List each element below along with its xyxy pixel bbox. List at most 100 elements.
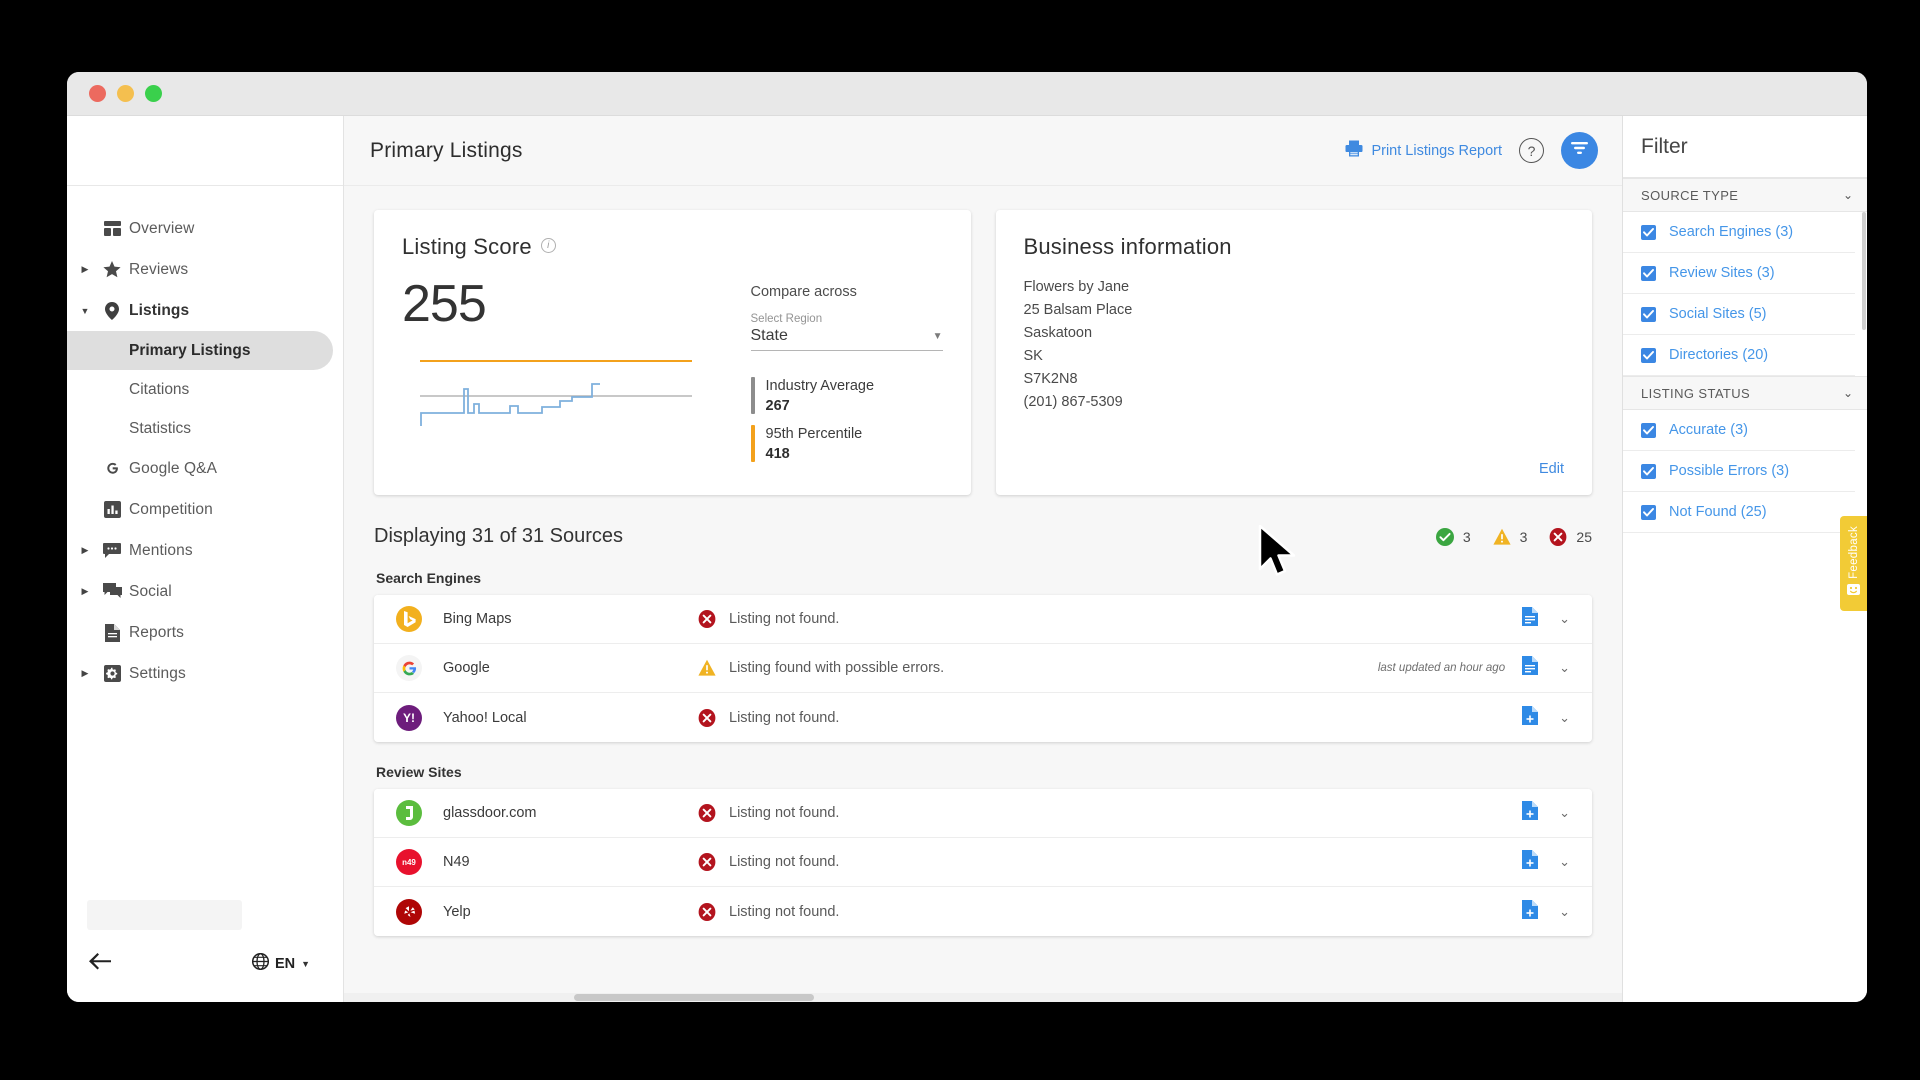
chevron-down-icon[interactable]: ⌄ [1843, 188, 1853, 202]
filter-panel-scrollbar[interactable] [1862, 212, 1866, 330]
sidebar-item-label: Listings [129, 301, 190, 319]
chevron-right-icon[interactable]: ▶ [75, 545, 95, 556]
error-circle-icon [698, 708, 716, 727]
filter-panel-title: Filter [1641, 134, 1688, 158]
error-circle-icon [698, 902, 716, 921]
sidebar-item-listings[interactable]: ▼ Listings [67, 290, 343, 331]
horizontal-scrollbar-thumb[interactable] [574, 994, 814, 1001]
warning-triangle-icon [1493, 528, 1511, 545]
legend-item-95th-percentile: 95th Percentile 418 [750, 425, 943, 462]
filter-option-social-sites[interactable]: Social Sites (5) [1623, 294, 1855, 335]
source-status-text: Listing not found. [729, 854, 840, 870]
chevron-down-icon[interactable]: ⌄ [1555, 805, 1574, 821]
sidebar-item-settings[interactable]: ▶ Settings [67, 653, 343, 694]
minimize-window-button[interactable] [117, 85, 134, 102]
source-status-text: Listing not found. [729, 903, 840, 920]
filter-option-review-sites[interactable]: Review Sites (3) [1623, 253, 1855, 294]
table-row[interactable]: Yelp Listing not found. ⌄ [374, 887, 1592, 936]
sidebar-item-mentions[interactable]: ▶ Mentions [67, 530, 343, 571]
filter-toggle-button[interactable] [1561, 132, 1598, 169]
table-row[interactable]: glassdoor.com Listing not found. ⌄ [374, 789, 1592, 838]
table-row[interactable]: Y! Yahoo! Local Listing not found. ⌄ [374, 693, 1592, 742]
source-status: Listing not found. [698, 804, 839, 822]
chevron-down-icon[interactable]: ⌄ [1555, 904, 1574, 920]
chevron-down-icon[interactable]: ▼ [301, 959, 310, 969]
info-icon[interactable]: i [540, 238, 556, 253]
business-postal-code: S7K2N8 [1023, 371, 1078, 387]
checkbox-checked-icon[interactable] [1641, 504, 1656, 520]
table-row[interactable]: Google Listing found with possible error… [374, 644, 1592, 693]
sidebar-item-competition[interactable]: Competition [67, 489, 343, 530]
document-icon[interactable] [1522, 656, 1539, 680]
edit-business-information-button[interactable]: Edit [1539, 461, 1564, 477]
source-status: Listing not found. [698, 708, 839, 727]
filter-option-accurate[interactable]: Accurate (3) [1623, 410, 1855, 451]
filter-section-source-type[interactable]: SOURCE TYPE ⌄ [1623, 178, 1867, 212]
chevron-right-icon[interactable]: ▶ [75, 586, 95, 597]
sidebar-item-google-qa[interactable]: Google Q&A [67, 448, 343, 489]
compare-across-label: Compare across [750, 284, 857, 300]
chevron-right-icon[interactable]: ▶ [75, 264, 95, 275]
checkbox-checked-icon[interactable] [1641, 224, 1656, 240]
main-area: Primary Listings Print Listings Report ? [344, 116, 1622, 1002]
table-row[interactable]: Bing Maps Listing not found. ⌄ [374, 595, 1592, 644]
dashboard-icon [95, 221, 129, 236]
checkbox-checked-icon[interactable] [1641, 265, 1656, 281]
chevron-down-icon[interactable]: ⌄ [1555, 854, 1574, 870]
globe-icon [251, 952, 270, 975]
chevron-down-icon[interactable]: ⌄ [1555, 710, 1574, 726]
checkbox-checked-icon[interactable] [1641, 306, 1656, 322]
close-window-button[interactable] [89, 85, 106, 102]
sidebar-item-reviews[interactable]: ▶ Reviews [67, 249, 343, 290]
checkbox-checked-icon[interactable] [1641, 463, 1656, 479]
filter-section-listing-status[interactable]: LISTING STATUS ⌄ [1623, 376, 1867, 410]
document-add-icon[interactable] [1522, 850, 1539, 874]
source-status: Listing not found. [698, 610, 839, 628]
business-information-card: Business information Flowers by Jane 25 … [995, 210, 1592, 495]
chevron-down-icon[interactable]: ⌄ [1843, 386, 1853, 400]
source-status-text: Listing not found. [729, 805, 840, 821]
document-icon[interactable] [1522, 607, 1539, 631]
check-circle-icon [1435, 527, 1454, 546]
back-button[interactable] [89, 951, 111, 974]
sidebar-item-statistics[interactable]: Statistics [67, 409, 343, 448]
select-region-dropdown[interactable]: State ▼ [750, 327, 943, 351]
table-row[interactable]: n49 N49 Listing not found. ⌄ [374, 838, 1592, 887]
sidebar-item-citations[interactable]: Citations [67, 370, 343, 409]
document-add-icon[interactable] [1522, 899, 1539, 924]
yahoo-icon: Y! [396, 704, 422, 731]
sidebar-item-primary-listings[interactable]: Primary Listings [67, 331, 333, 370]
sidebar-item-reports[interactable]: Reports [67, 612, 343, 653]
feedback-tab[interactable]: Feedback [1840, 516, 1867, 611]
filter-option-possible-errors[interactable]: Possible Errors (3) [1623, 451, 1855, 492]
chevron-right-icon[interactable]: ▶ [75, 668, 95, 679]
business-information-title: Business information [1023, 234, 1232, 259]
business-phone: (201) 867-5309 [1023, 394, 1123, 410]
chevron-down-icon[interactable]: ⌄ [1555, 611, 1574, 627]
document-add-icon[interactable] [1522, 705, 1539, 730]
page-title: Primary Listings [370, 138, 523, 162]
sidebar-item-overview[interactable]: Overview [67, 208, 343, 249]
filter-option-search-engines[interactable]: Search Engines (3) [1623, 212, 1855, 253]
document-add-icon[interactable] [1522, 801, 1539, 825]
filter-option-not-found[interactable]: Not Found (25) [1623, 492, 1855, 533]
checkbox-checked-icon[interactable] [1641, 422, 1656, 438]
help-icon[interactable]: ? [1519, 138, 1544, 163]
checkbox-checked-icon[interactable] [1641, 347, 1656, 363]
filter-option-directories[interactable]: Directories (20) [1623, 335, 1855, 376]
horizontal-scrollbar[interactable] [344, 993, 1622, 1002]
sidebar-item-social[interactable]: ▶ Social [67, 571, 343, 612]
source-name: Yahoo! Local [443, 709, 527, 726]
chevron-down-icon[interactable]: ▼ [75, 306, 95, 316]
language-selector[interactable]: EN ▼ [251, 952, 310, 975]
filter-option-label: Not Found (25) [1669, 504, 1767, 520]
sources-header: Displaying 31 of 31 Sources 3 3 25 [374, 525, 1592, 548]
business-information-lines: Flowers by Jane 25 Balsam Place Saskatoo… [1024, 276, 1565, 414]
maximize-window-button[interactable] [145, 85, 162, 102]
listing-score-value-area: 255 [402, 278, 751, 473]
source-status: Listing not found. [698, 902, 840, 921]
select-region-value: State [750, 327, 788, 344]
legend-color-swatch [750, 425, 755, 462]
chevron-down-icon[interactable]: ⌄ [1555, 660, 1574, 676]
print-listings-report-button[interactable]: Print Listings Report [1345, 140, 1502, 161]
